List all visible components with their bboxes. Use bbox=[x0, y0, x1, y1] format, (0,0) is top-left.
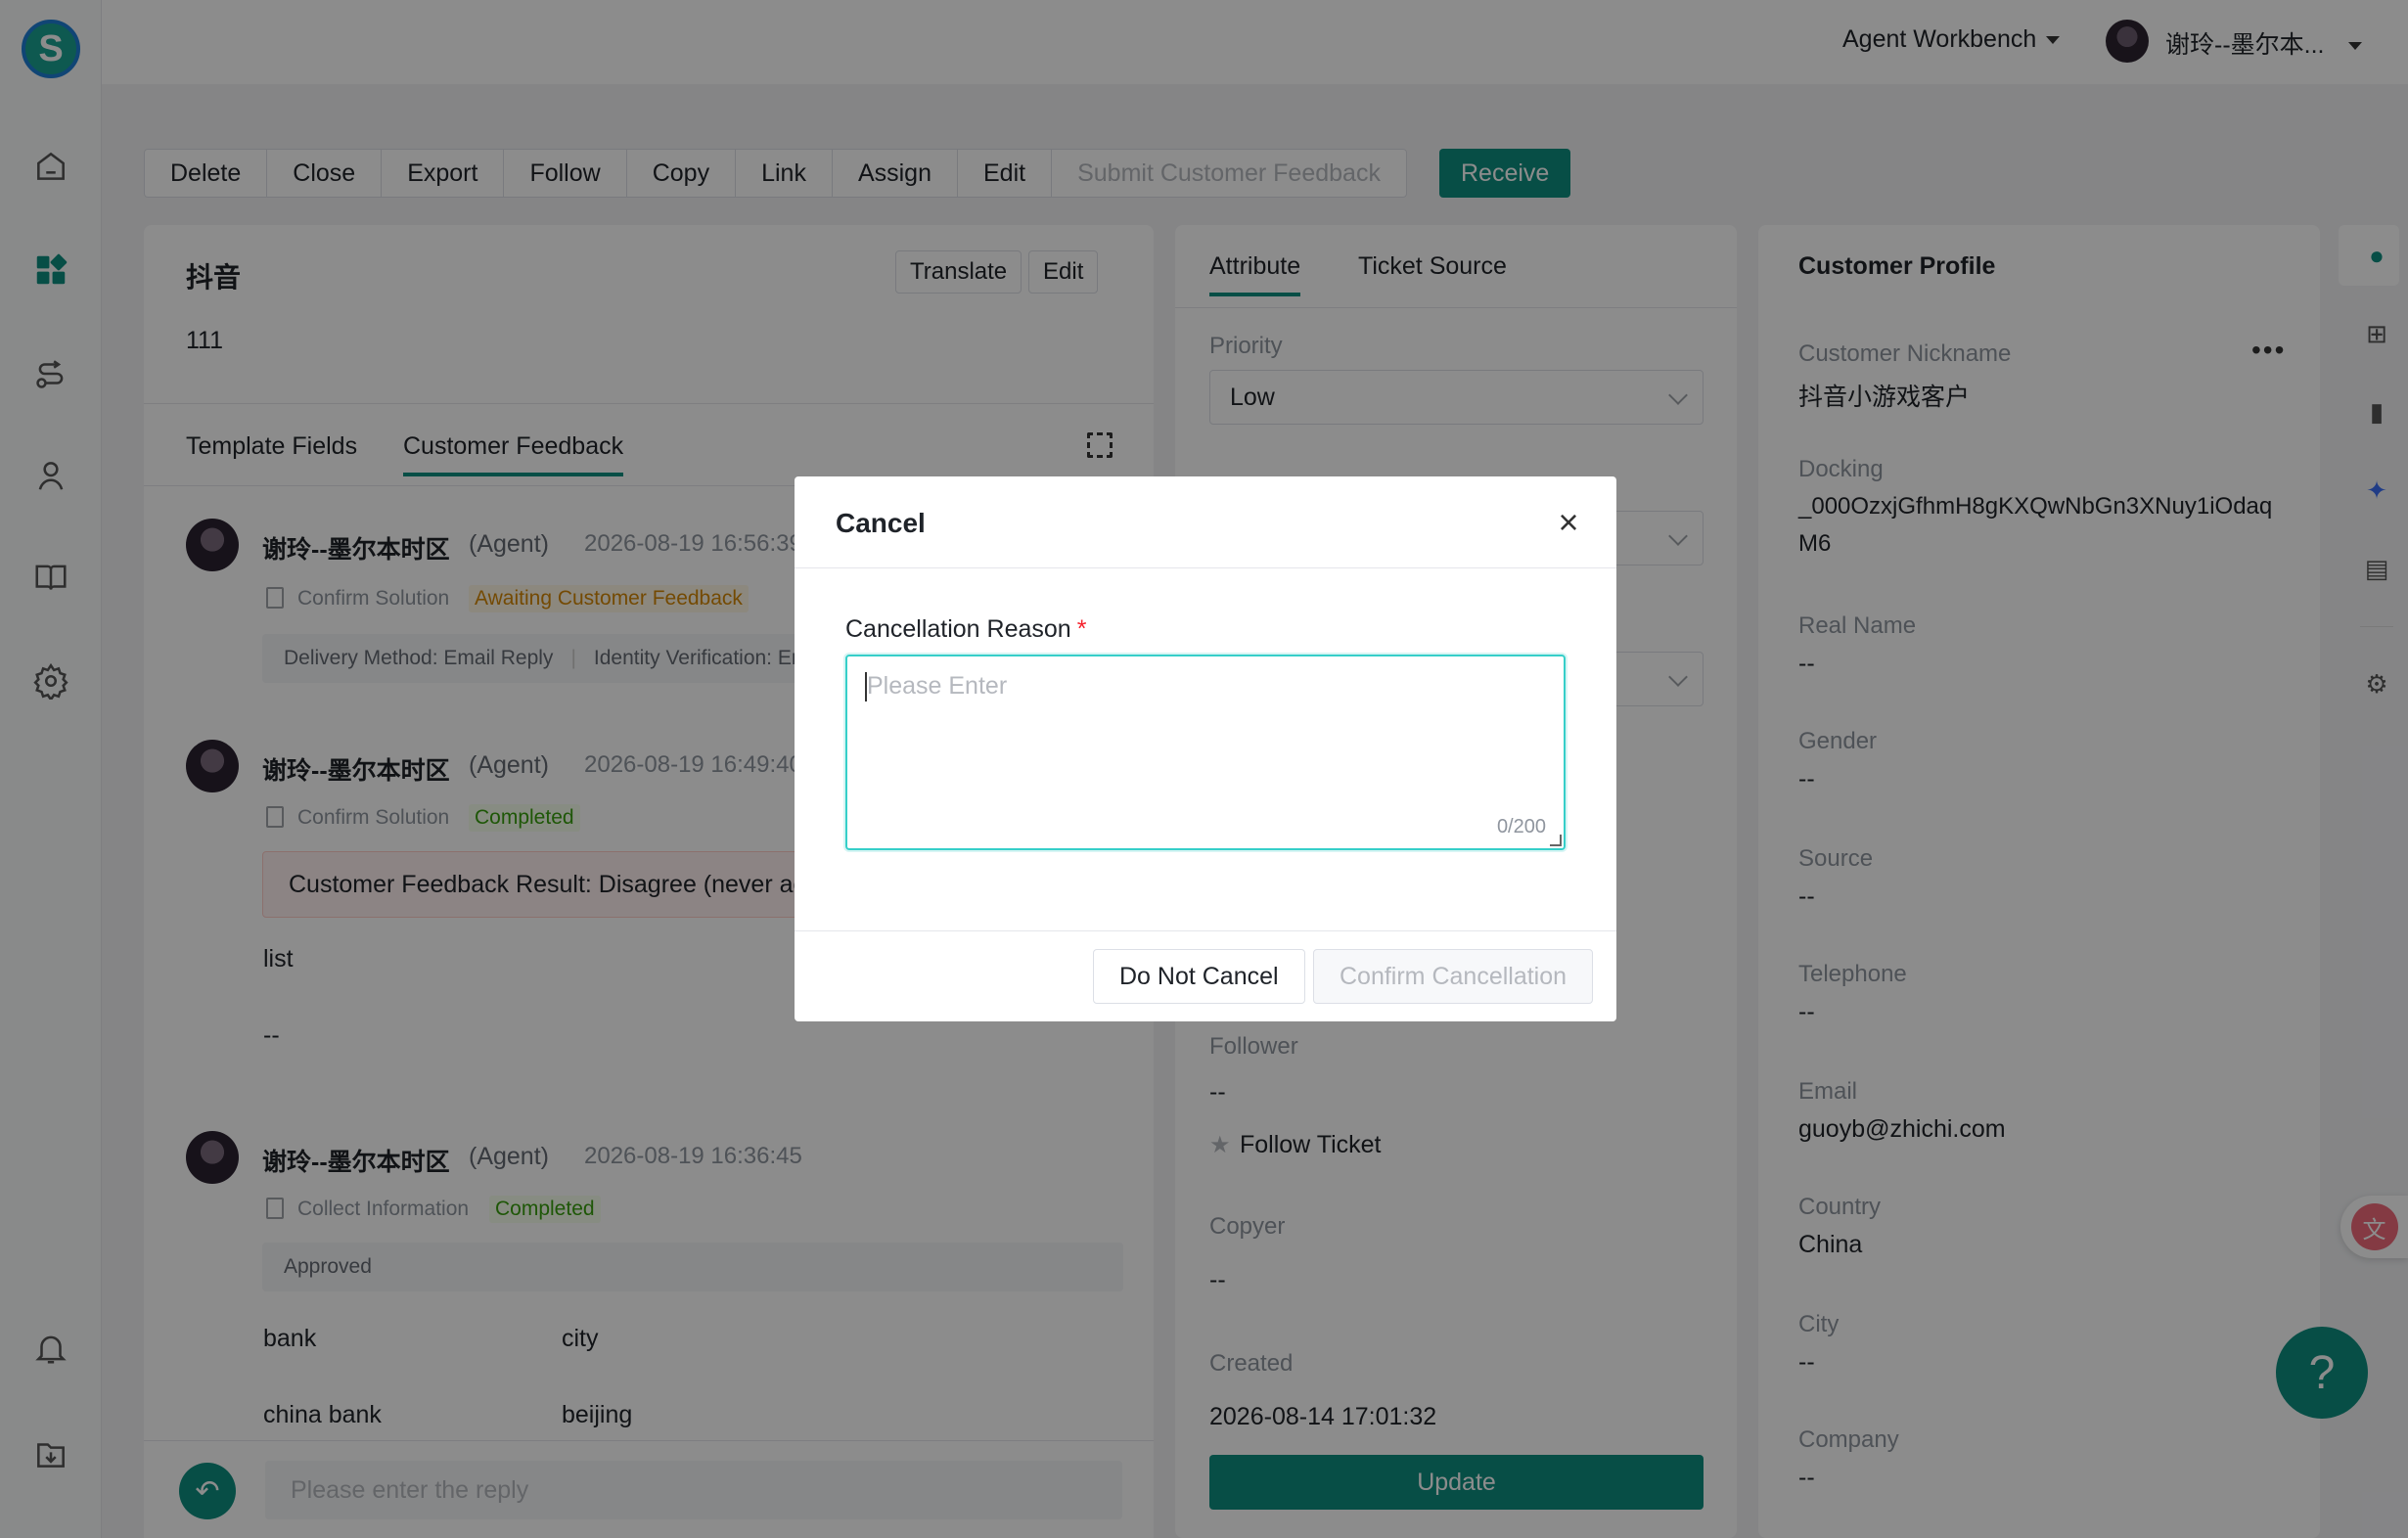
dialog-header: Cancel × bbox=[795, 476, 1616, 568]
cancellation-reason-input[interactable]: Please Enter 0/200 bbox=[845, 655, 1566, 850]
do-not-cancel-button[interactable]: Do Not Cancel bbox=[1093, 949, 1305, 1004]
dialog-footer: Do Not Cancel Confirm Cancellation bbox=[795, 930, 1616, 1021]
cancel-dialog: Cancel × Cancellation Reason * Please Ent… bbox=[795, 476, 1616, 1021]
close-icon[interactable]: × bbox=[1552, 505, 1585, 540]
char-counter: 0/200 bbox=[1496, 816, 1546, 837]
resize-handle[interactable] bbox=[1550, 835, 1562, 846]
required-mark: * bbox=[1076, 615, 1087, 643]
input-placeholder: Please Enter bbox=[867, 672, 1008, 700]
dialog-title: Cancel bbox=[836, 508, 926, 538]
cancellation-reason-label: Cancellation Reason * bbox=[845, 615, 1086, 644]
confirm-cancellation-button[interactable]: Confirm Cancellation bbox=[1313, 949, 1594, 1004]
field-label-text: Cancellation Reason bbox=[845, 615, 1071, 643]
